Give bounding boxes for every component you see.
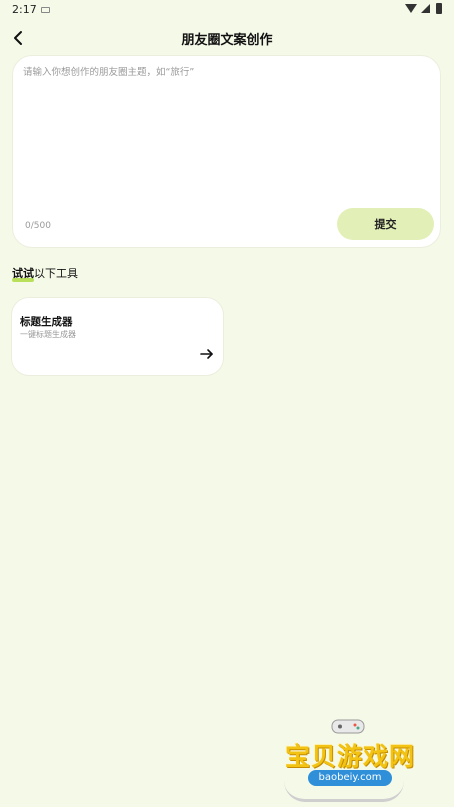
watermark-text: 宝贝游戏网 [284, 742, 415, 771]
submit-button[interactable]: 提交 [337, 208, 434, 240]
char-count: 0/500 [25, 221, 51, 231]
status-time: 2:17 [12, 3, 37, 16]
battery-icon [436, 3, 442, 14]
wifi-icon [405, 4, 417, 13]
keyboard-icon [41, 7, 50, 13]
gamepad-icon [331, 719, 365, 734]
section-heading-highlight: 试试 [12, 267, 34, 282]
status-bar: 2:17 [0, 0, 454, 22]
app-bar: 朋友圈文案创作 [0, 22, 454, 54]
tools-section-heading: 试试以下工具 [12, 265, 78, 282]
topic-input[interactable] [21, 62, 435, 206]
tool-title: 标题生成器 [20, 316, 73, 328]
tool-description: 一键标题生成器 [20, 330, 76, 339]
page-title: 朋友圈文案创作 [181, 33, 273, 48]
section-heading-rest: 以下工具 [34, 267, 78, 280]
watermark-swoosh [284, 781, 404, 802]
composer-card: 0/500 提交 [12, 55, 441, 248]
signal-icon [421, 4, 430, 13]
arrow-right-icon [200, 349, 213, 359]
watermark-logo: 宝贝游戏网 baobeiy.com [270, 715, 440, 803]
tool-card-title-generator[interactable]: 标题生成器 一键标题生成器 [11, 297, 224, 376]
